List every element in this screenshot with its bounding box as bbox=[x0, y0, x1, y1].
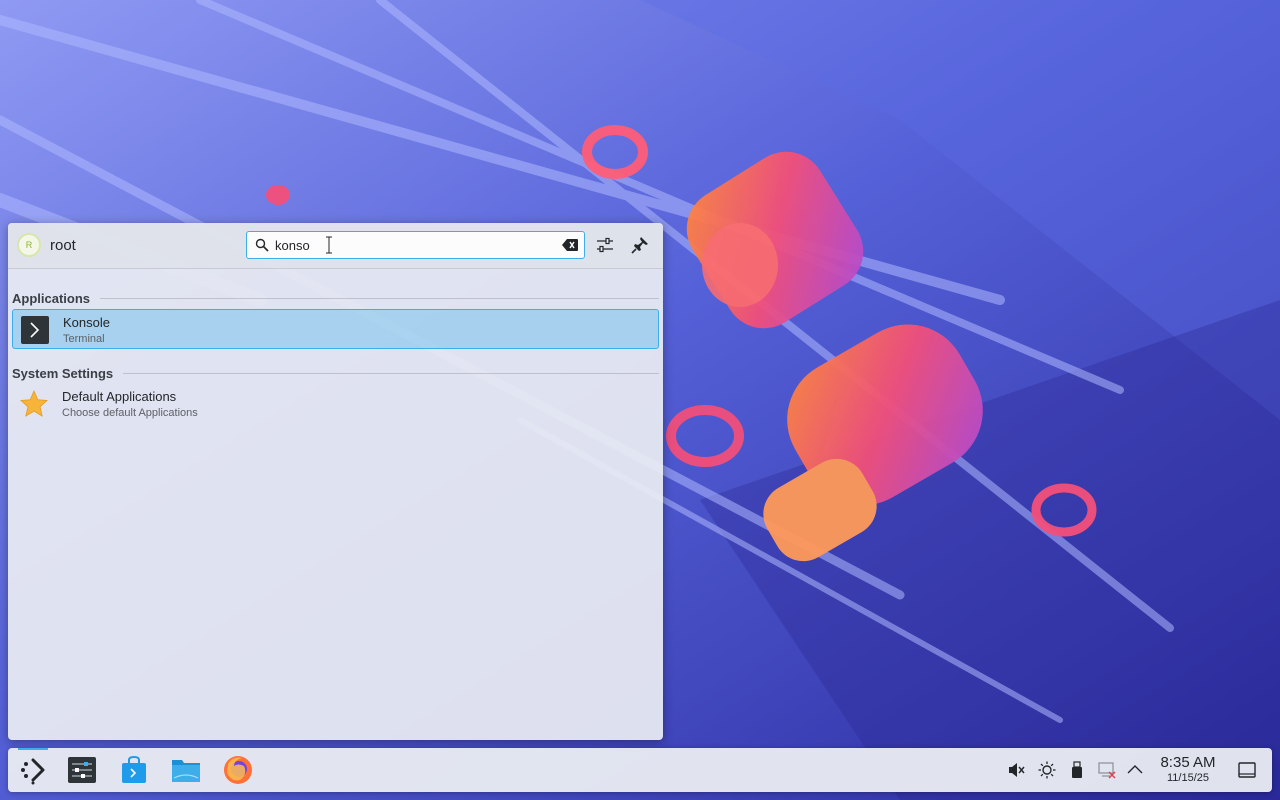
pin-icon[interactable] bbox=[630, 235, 650, 255]
launcher-header: R root bbox=[8, 223, 663, 269]
active-indicator bbox=[18, 748, 48, 750]
volume-muted-icon[interactable] bbox=[1007, 761, 1025, 779]
folder-icon[interactable] bbox=[170, 754, 202, 786]
application-launcher-popup: R root konso Applications Konsole Termin… bbox=[8, 223, 663, 740]
section-header-system-settings: System Settings bbox=[12, 365, 659, 381]
clock-time: 8:35 AM bbox=[1160, 754, 1216, 771]
kde-launcher-icon[interactable] bbox=[17, 754, 49, 786]
user-avatar[interactable]: R bbox=[17, 233, 41, 257]
network-disconnected-icon[interactable] bbox=[1098, 761, 1116, 779]
result-subtitle: Choose default Applications bbox=[62, 407, 198, 419]
clear-search-icon[interactable] bbox=[562, 239, 578, 251]
terminal-icon bbox=[21, 316, 49, 344]
search-icon bbox=[255, 238, 269, 252]
digital-clock[interactable]: 8:35 AM 11/15/25 bbox=[1148, 754, 1228, 785]
star-icon bbox=[20, 389, 48, 417]
settings-sliders-icon[interactable] bbox=[66, 754, 98, 786]
clock-date: 11/15/25 bbox=[1166, 772, 1209, 784]
text-cursor-icon bbox=[326, 236, 332, 254]
usb-device-icon[interactable] bbox=[1068, 761, 1086, 779]
result-title: Default Applications bbox=[62, 389, 177, 404]
result-title: Konsole bbox=[63, 315, 110, 330]
search-input[interactable] bbox=[275, 235, 555, 255]
section-title: System Settings bbox=[12, 365, 114, 381]
result-subtitle: Terminal bbox=[63, 333, 105, 345]
section-divider bbox=[123, 372, 659, 374]
avatar-initial: R bbox=[25, 240, 33, 250]
user-name[interactable]: root bbox=[50, 237, 76, 254]
result-konsole[interactable]: Konsole Terminal bbox=[12, 309, 659, 349]
section-title: Applications bbox=[12, 290, 91, 306]
chevron-up-icon[interactable] bbox=[1126, 761, 1144, 779]
discover-store-icon[interactable] bbox=[118, 754, 150, 786]
result-default-applications[interactable]: Default Applications Choose default Appl… bbox=[12, 384, 659, 424]
show-desktop-icon[interactable] bbox=[1238, 761, 1256, 779]
configure-sliders-icon[interactable] bbox=[595, 235, 615, 255]
section-divider bbox=[100, 297, 659, 299]
firefox-icon[interactable] bbox=[222, 754, 254, 786]
taskbar-panel: 8:35 AM 11/15/25 bbox=[8, 748, 1272, 792]
search-field[interactable] bbox=[246, 231, 585, 259]
brightness-icon[interactable] bbox=[1038, 761, 1056, 779]
section-header-applications: Applications bbox=[12, 290, 659, 306]
